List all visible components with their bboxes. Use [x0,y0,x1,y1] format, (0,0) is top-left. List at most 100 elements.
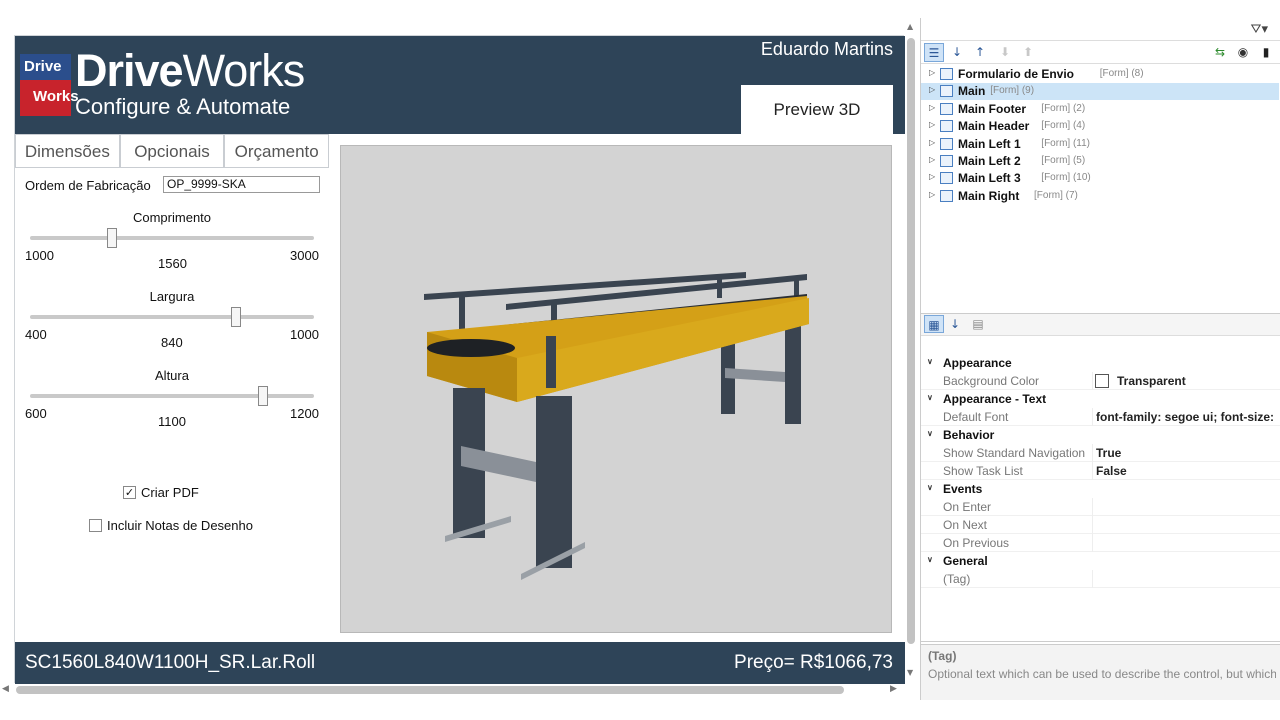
collapse-caret-icon[interactable]: ∨ [927,483,933,492]
3d-viewport[interactable] [340,145,892,633]
collapse-caret-icon[interactable]: ∨ [927,393,933,402]
expand-arrow-icon[interactable]: ▷ [929,85,935,94]
sort-ascending-icon[interactable]: ↓ [947,43,967,62]
property-category[interactable]: ∨ General [921,552,1280,570]
property-divider [1092,516,1093,534]
app-root: Drive Works DriveWorks Configure & Autom… [0,0,1280,720]
alphabetical-view-icon[interactable]: ↓ [945,315,965,333]
property-category-label: Events [943,482,983,496]
slider-altura-title: Altura [155,368,189,383]
preview-frame [329,134,905,642]
property-value[interactable]: False [1096,464,1278,478]
tree-item[interactable]: ▷ Main Left 1 [Form] (11) [921,136,1279,153]
tree-item-label: Main Left 1 [958,136,1021,151]
collapse-caret-icon[interactable]: ∨ [927,555,933,564]
tab-opcionais[interactable]: Opcionais [119,134,225,168]
property-divider [1092,372,1093,390]
brand-name-bold: Drive [75,45,184,96]
canvas-vertical-scrollbar[interactable]: ▲ ▼ [905,22,917,680]
collapse-caret-icon[interactable]: ∨ [927,357,933,366]
right-panel: ⛛▾ ☰ ↓ ↑ ⬇ ⬆ ⇆ ◉ ▮ ▷ Formulario de Envio [… [920,18,1280,700]
slider-altura-track[interactable] [30,386,314,406]
property-row[interactable]: On Previous [921,534,1280,552]
slider-altura-max: 1200 [290,406,319,421]
property-row[interactable]: (Tag) [921,570,1280,588]
expand-arrow-icon[interactable]: ▷ [929,120,935,129]
property-row[interactable]: On Enter [921,498,1280,516]
property-row[interactable]: On Next [921,516,1280,534]
categorized-view-icon[interactable]: ▦ [924,315,944,333]
scroll-right-arrow-icon[interactable]: ▶ [890,684,897,694]
property-value[interactable]: True [1096,446,1278,460]
tree-item[interactable]: ▷ Main Left 3 [Form] (10) [921,170,1279,187]
slider-largura-track[interactable] [30,307,314,327]
scroll-up-arrow-icon[interactable]: ▲ [907,22,913,31]
property-category-label: Appearance [943,356,1012,370]
slider-largura-thumb[interactable] [230,307,241,327]
expand-arrow-icon[interactable]: ▷ [929,68,935,77]
tree-item[interactable]: ▷ Formulario de Envio [Form] (8) [921,66,1279,83]
property-row[interactable]: Show Task List False [921,462,1280,480]
vertical-scroll-thumb[interactable] [907,38,915,644]
tree-item[interactable]: ▷ Main Right [Form] (7) [921,188,1279,205]
tree-item[interactable]: ▷ Main Header [Form] (4) [921,118,1279,135]
property-category[interactable]: ∨ Behavior [921,426,1280,444]
property-name: Default Font [943,410,1009,424]
property-name: Show Standard Navigation [943,446,1086,460]
property-category-label: General [943,554,988,568]
slider-comprimento-track[interactable] [30,228,314,248]
tree-item[interactable]: ▷ Main Left 2 [Form] (5) [921,153,1279,170]
expand-arrow-icon[interactable]: ▷ [929,138,935,147]
tab-orcamento[interactable]: Orçamento [224,134,330,168]
canvas-horizontal-scrollbar[interactable]: ◀ ▶ [0,684,905,696]
expand-arrow-icon[interactable]: ▷ [929,103,935,112]
form-icon [940,102,953,115]
property-category[interactable]: ∨ Appearance [921,354,1280,372]
sort-descending-icon[interactable]: ↑ [970,43,990,62]
tree-item-label: Main [958,84,986,99]
filter-icon[interactable]: ⛛▾ [1251,22,1268,37]
property-row[interactable]: Show Standard Navigation True [921,444,1280,462]
order-label: Ordem de Fabricação [25,178,151,193]
horizontal-scroll-thumb[interactable] [16,686,844,694]
scroll-left-arrow-icon[interactable]: ◀ [2,684,9,694]
slider-altura-thumb[interactable] [258,386,269,406]
property-divider [1092,408,1093,426]
move-up-icon[interactable]: ⬆ [1018,43,1038,62]
form-tree: ▷ Formulario de Envio [Form] (8) ▷ Main [Form… [921,64,1280,314]
tree-item[interactable]: ▷ Main [Form] (9) [921,83,1279,101]
expand-arrow-icon[interactable]: ▷ [929,190,935,199]
tab-dimensoes[interactable]: Dimensões [15,134,120,168]
lock-icon[interactable]: ▮ [1256,43,1276,62]
visibility-eye-icon[interactable]: ◉ [1233,43,1253,62]
collapse-caret-icon[interactable]: ∨ [927,429,933,438]
property-category[interactable]: ∨ Appearance - Text [921,390,1280,408]
incluir-notas-checkbox[interactable] [89,519,102,532]
property-row[interactable]: Background Color Transparent [921,372,1280,390]
brand-name-regular: Works [182,45,306,96]
form-footer: SC1560L840W1100H_SR.Lar.Roll Preço= R$10… [15,642,905,684]
tree-item-label: Main Left 2 [958,154,1021,168]
preview-3d-button[interactable]: Preview 3D [741,85,893,134]
tree-item[interactable]: ▷ Main Footer [Form] (2) [921,101,1279,118]
expand-arrow-icon[interactable]: ▷ [929,172,935,181]
property-category-label: Appearance - Text [943,392,1047,406]
slider-comprimento-thumb[interactable] [106,228,117,248]
criar-pdf-checkbox[interactable]: ✓ [123,486,136,499]
property-category[interactable]: ∨ Events [921,480,1280,498]
expand-arrow-icon[interactable]: ▷ [929,155,935,164]
color-swatch[interactable] [1095,374,1109,388]
property-pages-icon[interactable]: ▤ [968,315,988,333]
incluir-notas-label: Incluir Notas de Desenho [107,518,253,533]
order-input[interactable]: OP_9999-SKA [163,176,320,193]
slider-altura-min: 600 [25,406,47,421]
hierarchy-view-icon[interactable]: ☰ [924,43,944,62]
tree-item-label: Main Footer [958,101,1026,116]
property-name: Show Task List [943,464,1023,478]
move-down-icon[interactable]: ⬇ [995,43,1015,62]
property-value[interactable]: Transparent [1117,374,1277,388]
scroll-down-arrow-icon[interactable]: ▼ [907,668,913,677]
sync-arrows-icon[interactable]: ⇆ [1210,43,1230,62]
property-row[interactable]: Default Font font-family: segoe ui; font-… [921,408,1280,426]
property-value[interactable]: font-family: segoe ui; font-size: 15 [1096,410,1278,424]
